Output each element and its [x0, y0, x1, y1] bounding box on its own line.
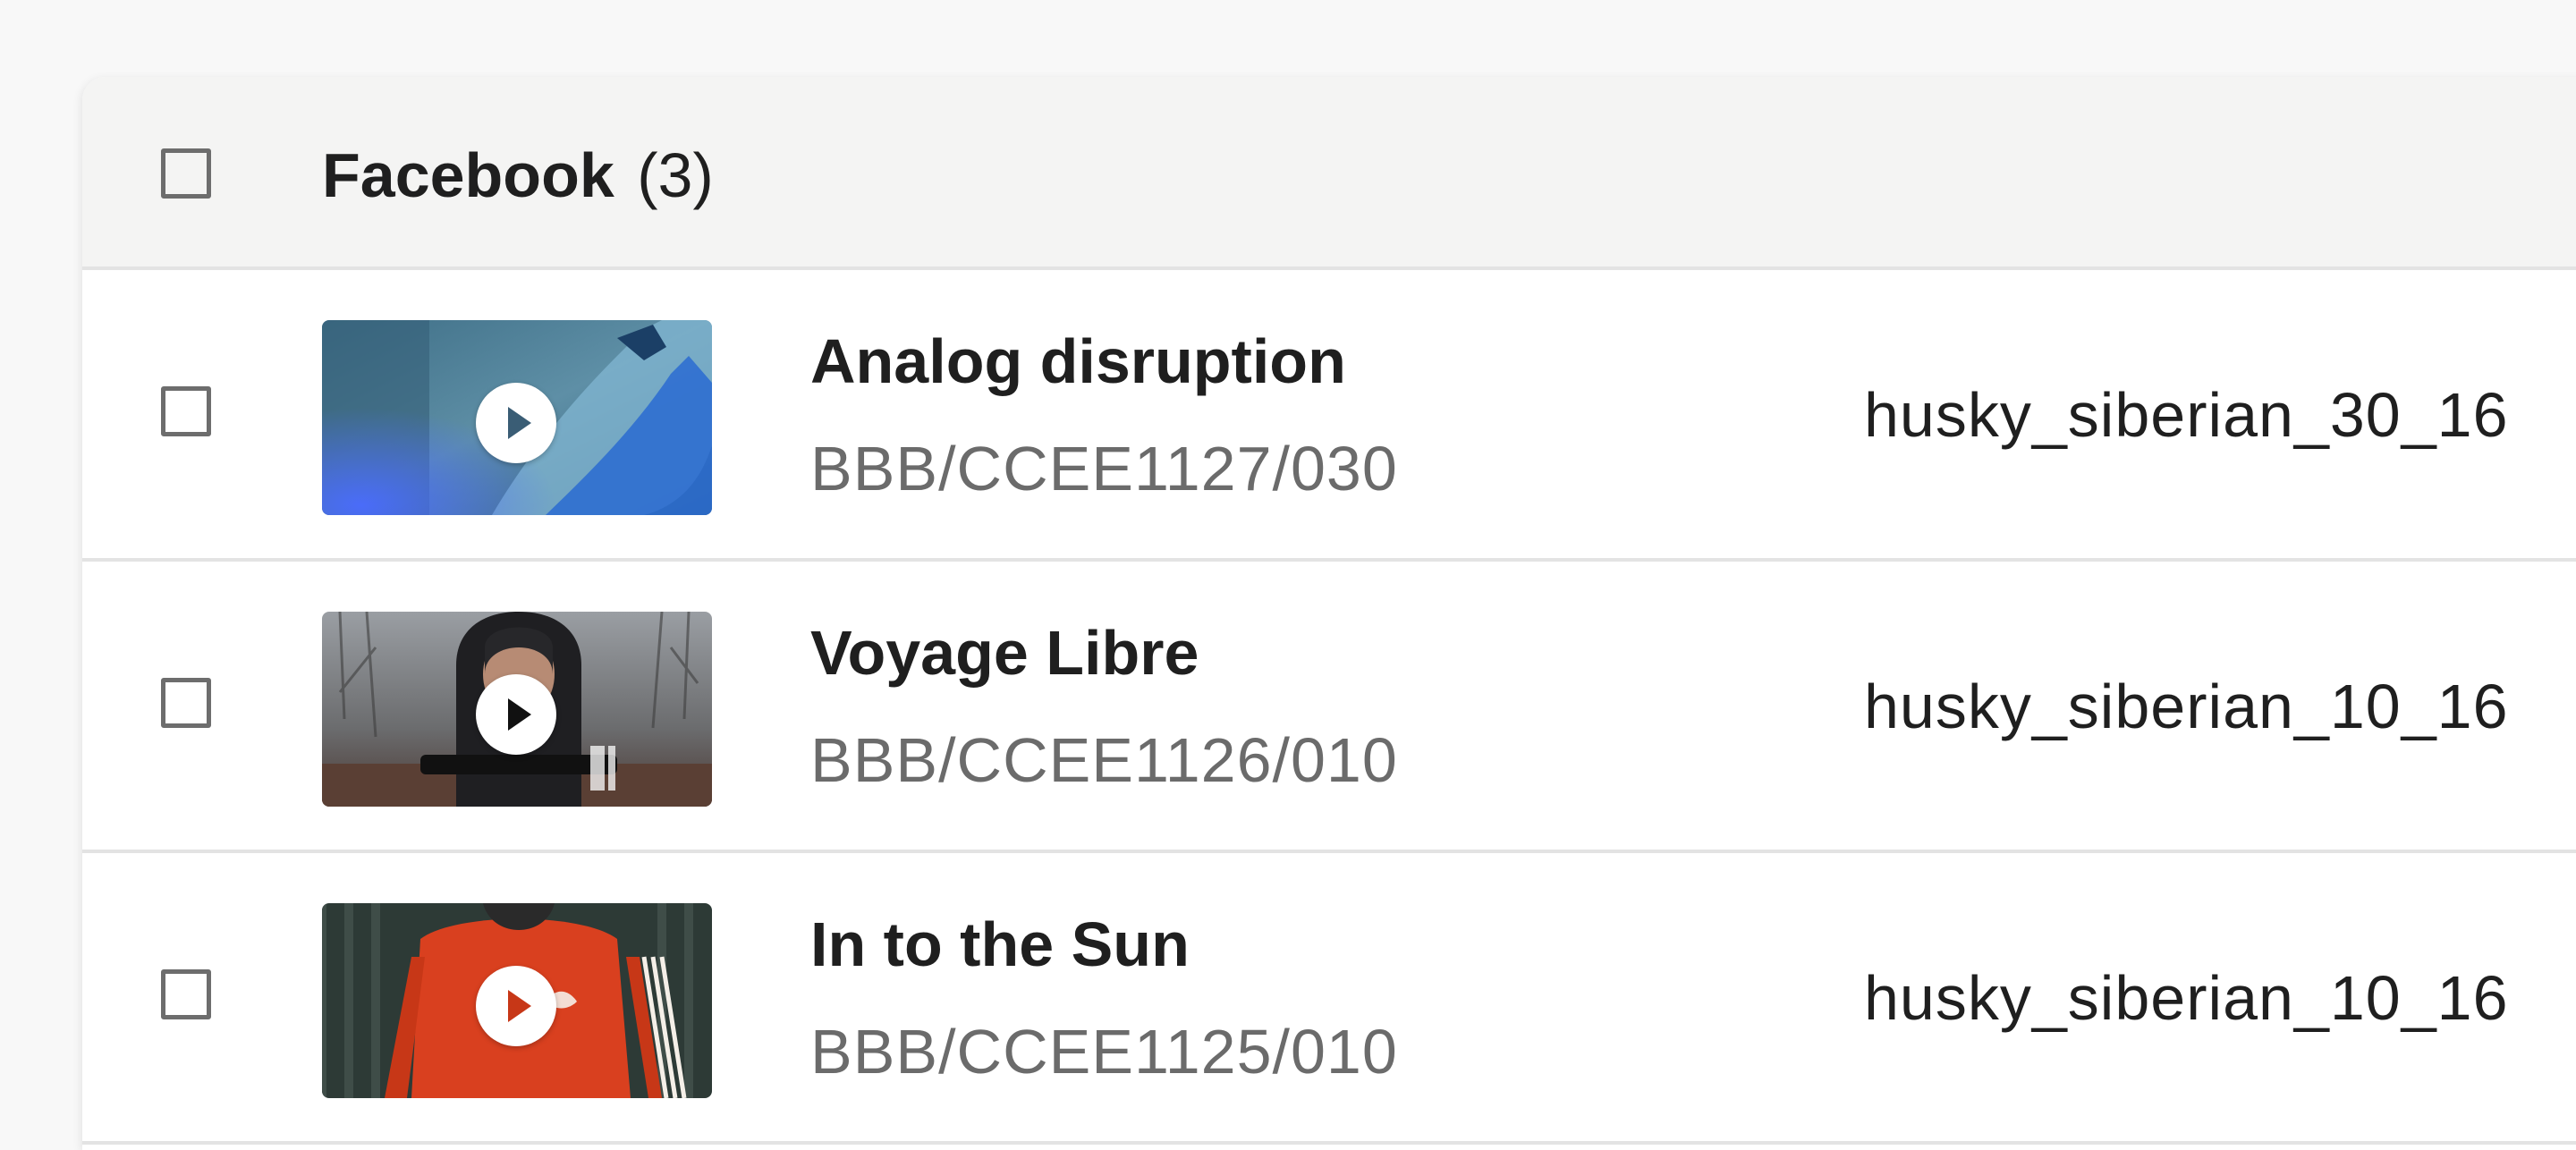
play-icon[interactable] — [476, 966, 556, 1046]
asset-code: BBB/CCEE1126/010 — [810, 725, 1398, 795]
asset-title[interactable]: Analog disruption — [810, 324, 1346, 399]
row-select-checkbox[interactable] — [161, 386, 211, 436]
asset-filename: husky_siberian_10_16 — [1864, 672, 2509, 741]
group-header-facebook: Facebook (3) — [82, 77, 2576, 270]
video-thumbnail[interactable] — [322, 903, 712, 1098]
group-count: (3) — [637, 140, 714, 210]
group-title: Facebook (3) — [322, 140, 714, 211]
asset-code: BBB/CCEE1125/010 — [810, 1017, 1398, 1087]
table-row[interactable]: Voyage Libre BBB/CCEE1126/010 husky_sibe… — [82, 562, 2576, 853]
asset-filename: husky_siberian_10_16 — [1864, 963, 2509, 1033]
group-name: Facebook — [322, 140, 614, 210]
asset-filename: husky_siberian_30_16 — [1864, 380, 2509, 450]
row-select-checkbox[interactable] — [161, 969, 211, 1019]
video-thumbnail[interactable] — [322, 320, 712, 515]
table-row[interactable]: Analog disruption BBB/CCEE1127/030 husky… — [82, 270, 2576, 562]
asset-code: BBB/CCEE1127/030 — [810, 434, 1398, 503]
table-row[interactable]: In to the Sun BBB/CCEE1125/010 husky_sib… — [82, 853, 2576, 1145]
asset-title[interactable]: Voyage Libre — [810, 615, 1199, 690]
play-icon[interactable] — [476, 383, 556, 463]
row-select-checkbox[interactable] — [161, 678, 211, 728]
video-thumbnail[interactable] — [322, 612, 712, 807]
asset-list-panel: Facebook (3) Analog disruption BBB/CCEE1… — [82, 77, 2576, 1150]
group-select-checkbox[interactable] — [161, 148, 211, 199]
asset-title[interactable]: In to the Sun — [810, 907, 1190, 982]
play-icon[interactable] — [476, 674, 556, 755]
